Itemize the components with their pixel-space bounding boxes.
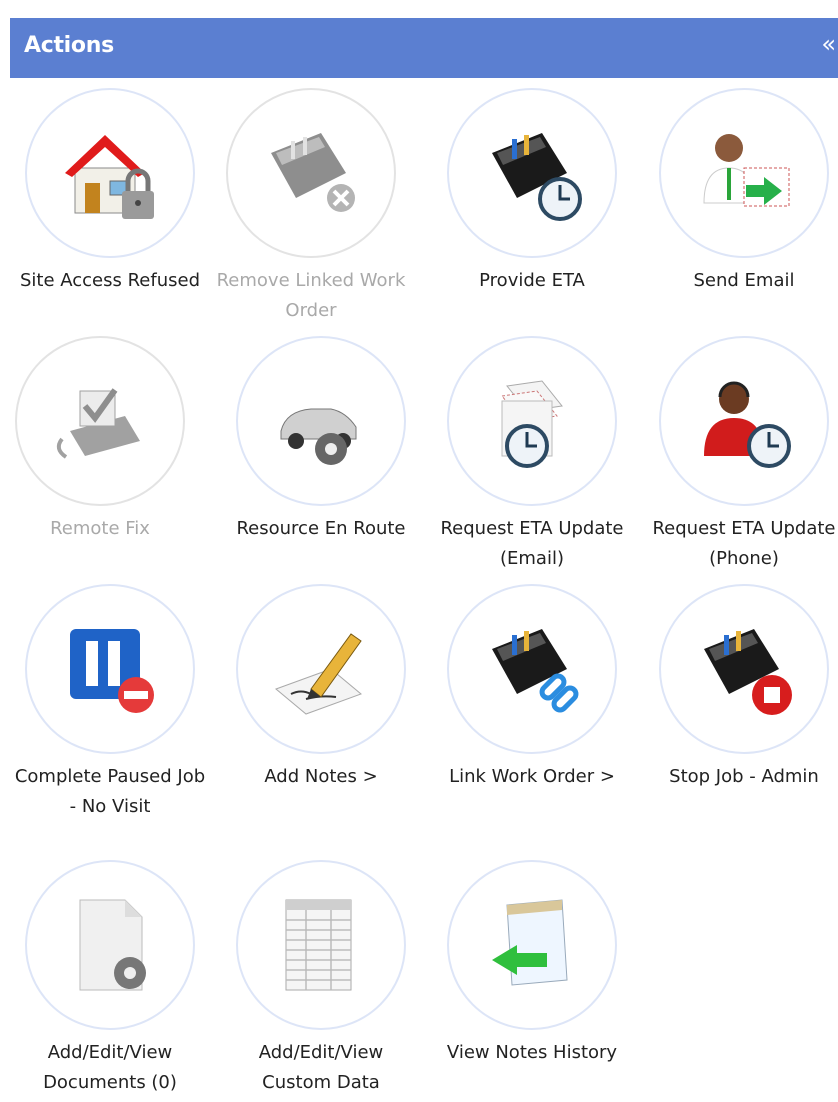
action-circle[interactable] bbox=[659, 88, 829, 258]
action-link-work-order[interactable]: Link Work Order > bbox=[427, 584, 637, 792]
action-label: Add Notes > bbox=[264, 766, 378, 787]
action-complete-paused-job-no-visit[interactable]: Complete Paused Job - No Visit bbox=[5, 584, 215, 822]
action-label: Stop Job - Admin bbox=[669, 766, 819, 787]
action-remove-linked-work-order[interactable]: Remove Linked Work Order bbox=[206, 88, 416, 326]
action-circle[interactable] bbox=[447, 860, 617, 1030]
action-label: Complete Paused Job - No Visit bbox=[14, 766, 206, 817]
action-request-eta-update-email[interactable]: Request ETA Update (Email) bbox=[427, 336, 637, 574]
action-circle[interactable] bbox=[659, 584, 829, 754]
action-circle[interactable] bbox=[447, 584, 617, 754]
car-gear-icon bbox=[280, 408, 357, 465]
action-label: Add/Edit/View Custom Data bbox=[258, 1042, 384, 1093]
document-gear-icon bbox=[79, 899, 146, 991]
action-circle[interactable] bbox=[15, 336, 185, 506]
action-stop-job-admin[interactable]: Stop Job - Admin bbox=[639, 584, 838, 792]
action-add-notes[interactable]: Add Notes > bbox=[216, 584, 426, 792]
action-circle[interactable] bbox=[236, 584, 406, 754]
phone-check-icon bbox=[56, 388, 140, 459]
action-circle[interactable] bbox=[25, 584, 195, 754]
action-resource-en-route[interactable]: Resource En Route bbox=[216, 336, 426, 544]
action-label: Send Email bbox=[693, 270, 795, 291]
action-label: Link Work Order > bbox=[449, 766, 615, 787]
action-circle[interactable] bbox=[447, 88, 617, 258]
toolbox-link-icon bbox=[492, 629, 579, 713]
action-send-email[interactable]: Send Email bbox=[639, 88, 838, 296]
action-view-notes-history[interactable]: View Notes History bbox=[427, 860, 637, 1068]
action-label: Request ETA Update (Email) bbox=[440, 518, 624, 569]
action-label: Resource En Route bbox=[236, 518, 406, 539]
action-provide-eta[interactable]: Provide ETA bbox=[427, 88, 637, 296]
action-label: Request ETA Update (Phone) bbox=[652, 518, 836, 569]
actions-panel-header: Actions « bbox=[10, 18, 838, 78]
toolbox-clock-icon bbox=[492, 133, 582, 221]
toolbox-stop-icon bbox=[704, 629, 792, 715]
action-documents[interactable]: Add/Edit/View Documents (0) bbox=[5, 860, 215, 1098]
action-request-eta-update-phone[interactable]: Request ETA Update (Phone) bbox=[639, 336, 838, 574]
notepad-arrow-icon bbox=[492, 899, 568, 986]
action-label: Add/Edit/View Documents (0) bbox=[43, 1042, 177, 1093]
action-remote-fix[interactable]: Remote Fix bbox=[0, 336, 205, 544]
action-circle[interactable] bbox=[659, 336, 829, 506]
action-label: Provide ETA bbox=[479, 270, 585, 291]
action-circle[interactable] bbox=[236, 336, 406, 506]
collapse-chevron-icon[interactable]: « bbox=[821, 32, 836, 56]
action-circle[interactable] bbox=[447, 336, 617, 506]
action-circle[interactable] bbox=[226, 88, 396, 258]
operator-clock-icon bbox=[704, 381, 791, 468]
action-label: Remove Linked Work Order bbox=[216, 270, 406, 321]
toolbox-unlink-icon bbox=[271, 133, 355, 212]
action-site-access-refused[interactable]: Site Access Refused bbox=[5, 88, 215, 296]
panel-title: Actions bbox=[24, 33, 114, 58]
pause-stop-icon bbox=[70, 629, 154, 713]
action-circle[interactable] bbox=[25, 88, 195, 258]
action-circle[interactable] bbox=[236, 860, 406, 1030]
action-custom-data[interactable]: Add/Edit/View Custom Data bbox=[216, 860, 426, 1098]
pencil-note-icon bbox=[275, 633, 362, 715]
action-circle[interactable] bbox=[25, 860, 195, 1030]
house-lock-icon bbox=[65, 135, 154, 219]
action-label: Site Access Refused bbox=[19, 270, 201, 291]
person-email-icon bbox=[703, 134, 790, 207]
envelope-clock-icon bbox=[501, 380, 563, 468]
action-label: View Notes History bbox=[446, 1042, 618, 1063]
action-label: Remote Fix bbox=[50, 518, 150, 539]
spreadsheet-icon bbox=[285, 899, 352, 991]
